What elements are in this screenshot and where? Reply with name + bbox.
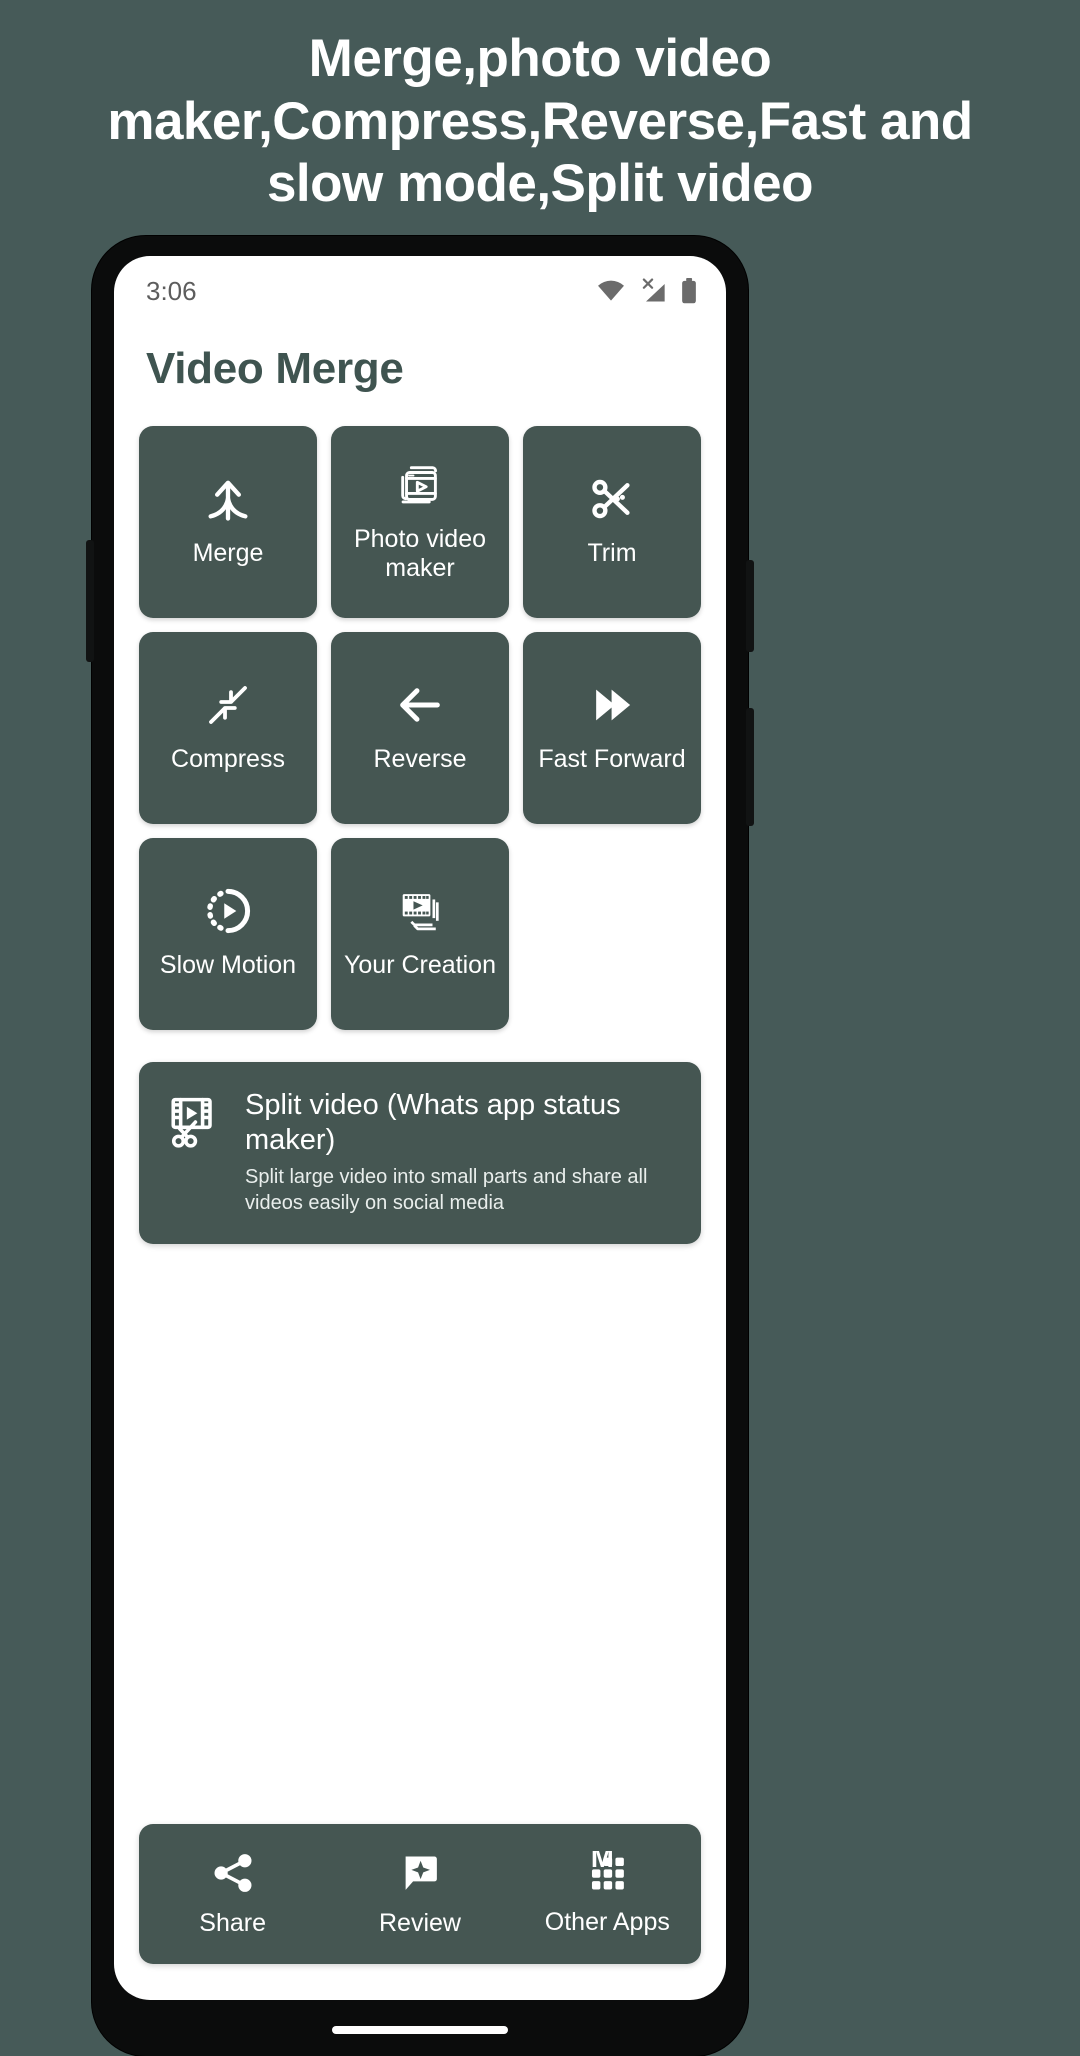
status-icons: [596, 278, 698, 304]
bottom-item-label: Other Apps: [544, 1908, 670, 1936]
mobile-signal-no-sim-icon: [639, 278, 667, 304]
wifi-icon: [596, 279, 626, 303]
phone-frame: 3:06 Video Merge Merge Photo video maker…: [86, 236, 754, 2056]
fast-forward-icon: [587, 681, 637, 729]
phone-volume-button: [746, 708, 754, 826]
slow-motion-play-icon: [203, 887, 253, 935]
review-button[interactable]: Review: [326, 1850, 513, 1938]
feature-grid: Merge Photo video maker Trim Compress Re…: [114, 400, 726, 1030]
share-button[interactable]: Share: [139, 1850, 326, 1938]
share-nodes-icon: [210, 1850, 256, 1896]
tile-label: Compress: [171, 745, 285, 774]
split-video-banner[interactable]: Split video (Whats app status maker) Spl…: [139, 1062, 701, 1244]
photo-video-stack-icon: [395, 461, 445, 509]
tile-label: Fast Forward: [538, 745, 686, 774]
tile-slow-motion[interactable]: Slow Motion: [139, 838, 317, 1030]
other-apps-button[interactable]: M Other Apps: [514, 1851, 701, 1937]
promo-headline: Merge,photo video maker,Compress,Reverse…: [107, 29, 973, 214]
tile-reverse[interactable]: Reverse: [331, 632, 509, 824]
tile-trim[interactable]: Trim: [523, 426, 701, 618]
phone-screen: 3:06 Video Merge Merge Photo video maker…: [114, 256, 726, 2000]
banner-title: Split video (Whats app status maker): [245, 1089, 621, 1156]
film-scissors-icon: [163, 1088, 225, 1159]
tile-label: Reverse: [373, 745, 467, 774]
tile-label: Trim: [587, 539, 637, 568]
status-bar: 3:06: [114, 256, 726, 326]
tile-compress[interactable]: Compress: [139, 632, 317, 824]
tile-label: Merge: [192, 539, 264, 568]
compress-arrows-icon: [204, 681, 252, 729]
apps-grid-icon: M: [585, 1851, 629, 1895]
film-stack-icon: [395, 887, 445, 935]
status-time: 3:06: [146, 275, 197, 306]
bottom-item-label: Review: [379, 1909, 461, 1937]
phone-power-button: [746, 560, 754, 652]
merge-arrows-icon: [202, 475, 254, 523]
tile-your-creation[interactable]: Your Creation: [331, 838, 509, 1030]
tile-label: Slow Motion: [159, 951, 297, 980]
tile-merge[interactable]: Merge: [139, 426, 317, 618]
tile-fast-forward[interactable]: Fast Forward: [523, 632, 701, 824]
phone-left-button: [86, 540, 94, 662]
page-title: Video Merge: [146, 344, 404, 393]
tile-label: Photo video maker: [353, 524, 487, 583]
tile-label: Your Creation: [344, 951, 496, 980]
gesture-home-bar[interactable]: [332, 2026, 508, 2034]
bottom-action-bar: Share Review M Other Apps: [139, 1824, 701, 1964]
review-star-bubble-icon: [397, 1850, 443, 1896]
bottom-item-label: Share: [199, 1909, 267, 1937]
battery-icon: [680, 278, 698, 304]
scissors-icon: [587, 475, 637, 523]
banner-subtitle: Split large video into small parts and s…: [245, 1165, 648, 1214]
tile-photo-video-maker[interactable]: Photo video maker: [331, 426, 509, 618]
arrow-left-icon: [394, 681, 446, 729]
